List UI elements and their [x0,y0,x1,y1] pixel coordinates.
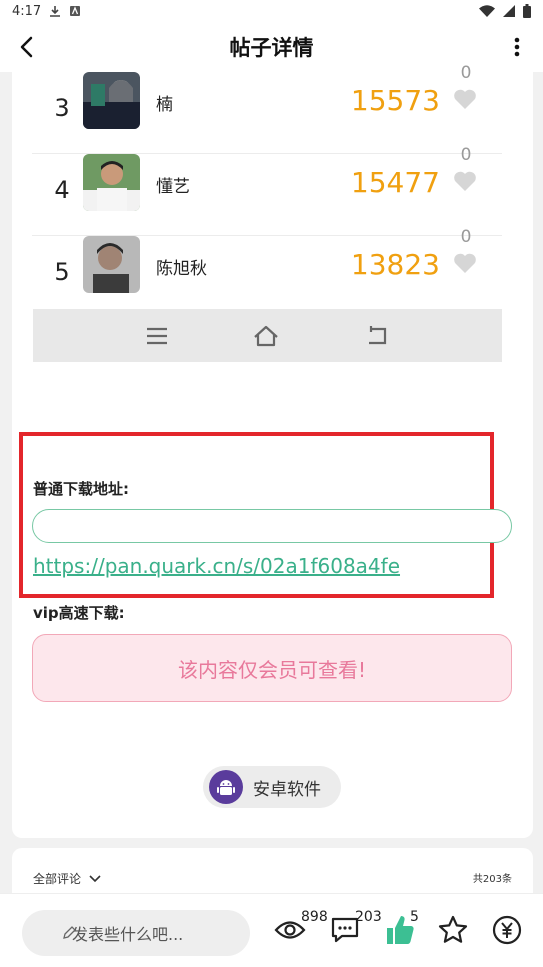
pen-icon [62,925,76,944]
score: 15573 [350,84,440,117]
return-icon[interactable] [365,325,389,346]
like-count: 5 [410,909,419,925]
ranking-row: 3 楠 15573 0 [32,63,502,154]
rank-number: 3 [54,94,70,122]
battery-icon [523,4,531,18]
rank-number: 4 [54,176,70,204]
heart-icon[interactable] [453,88,477,110]
comments-count: 203 [355,909,382,925]
yuan-coin-icon[interactable] [491,914,523,946]
vip-download-label: vip高速下载: [33,604,125,622]
comment-input-placeholder: 发表些什么吧... [72,925,184,944]
avatar [83,72,140,129]
ranking-row: 5 陈旭秋 13823 0 [32,227,502,318]
score: 13823 [350,248,440,281]
download-link[interactable]: https://pan.quark.cn/s/02a1f608a4fe [33,554,400,578]
download-icon [49,5,61,17]
user-name: 懂艺 [156,177,190,197]
vip-notice-text: 该内容仅会员可查看! [177,657,367,682]
avatar [83,236,140,293]
status-bar: 4:17 [0,0,543,22]
home-icon[interactable] [253,325,279,347]
user-name: 楠 [156,95,173,115]
bottom-action-bar: 发表些什么吧... 898 203 5 [0,893,543,967]
normal-download-label: 普通下载地址: [33,480,129,498]
comments-filter-label: 全部评论 [33,872,82,886]
download-url-input[interactable] [32,509,512,543]
score: 15477 [350,166,440,199]
user-name: 陈旭秋 [156,259,207,279]
menu-icon[interactable] [146,327,168,345]
like-count: 0 [460,63,472,83]
comments-filter-dropdown[interactable]: 全部评论 [33,870,101,887]
category-tag[interactable]: 安卓软件 [203,766,341,808]
android-icon [209,770,243,804]
back-button[interactable] [12,32,42,62]
ranking-row: 4 懂艺 15477 0 [32,145,502,236]
embedded-nav-bar [33,309,502,362]
category-tag-label: 安卓软件 [253,779,321,800]
like-count: 0 [460,145,472,165]
heart-icon[interactable] [453,252,477,274]
vip-notice[interactable]: 该内容仅会员可查看! [32,634,512,702]
app-notification-icon [69,5,81,17]
views-count: 898 [301,909,328,925]
comments-total: 共203条 [472,874,512,885]
heart-icon[interactable] [453,170,477,192]
signal-icon [503,5,515,17]
wifi-icon [479,5,495,17]
comment-input[interactable]: 发表些什么吧... [22,910,250,956]
page-title: 帖子详情 [229,36,314,60]
more-options-button[interactable] [507,32,527,62]
rank-number: 5 [54,258,70,286]
avatar [83,154,140,211]
chevron-down-icon [89,874,101,882]
status-time: 4:17 [12,3,42,19]
star-icon[interactable] [437,914,469,946]
post-content-card: 3 楠 15573 0 4 懂艺 15477 0 5 陈旭秋 13823 0 普… [12,63,533,838]
like-count: 0 [460,227,472,247]
